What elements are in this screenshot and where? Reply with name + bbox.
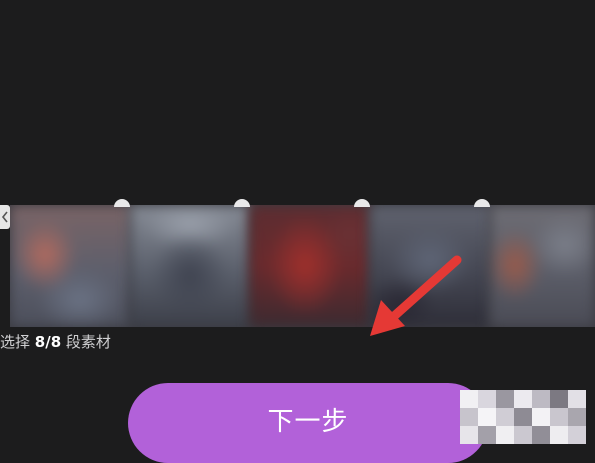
selection-prefix: 选择 — [0, 333, 35, 351]
clip-filmstrip[interactable] — [10, 205, 595, 327]
left-handle[interactable] — [0, 205, 10, 229]
selection-count: 选择 8/8 段素材 — [0, 332, 111, 352]
clip-thumbnail[interactable] — [130, 205, 250, 327]
clip-thumbnail[interactable] — [10, 205, 130, 327]
clip-thumbnail[interactable] — [370, 205, 490, 327]
clip-trim-handle[interactable] — [114, 199, 130, 207]
clip-thumbnail[interactable] — [490, 205, 595, 327]
clip-trim-handle[interactable] — [234, 199, 250, 207]
clip-trim-handle[interactable] — [474, 199, 490, 207]
selection-suffix: 段素材 — [61, 333, 111, 351]
next-step-button[interactable]: 下一步 — [128, 383, 488, 463]
editor-screen: 选择 8/8 段素材 下一步 — [0, 0, 595, 463]
chevron-left-icon — [1, 211, 8, 223]
watermark-mosaic — [460, 390, 595, 444]
clip-thumbnail[interactable] — [250, 205, 370, 327]
clip-trim-handle[interactable] — [354, 199, 370, 207]
selection-number: 8/8 — [34, 333, 62, 351]
